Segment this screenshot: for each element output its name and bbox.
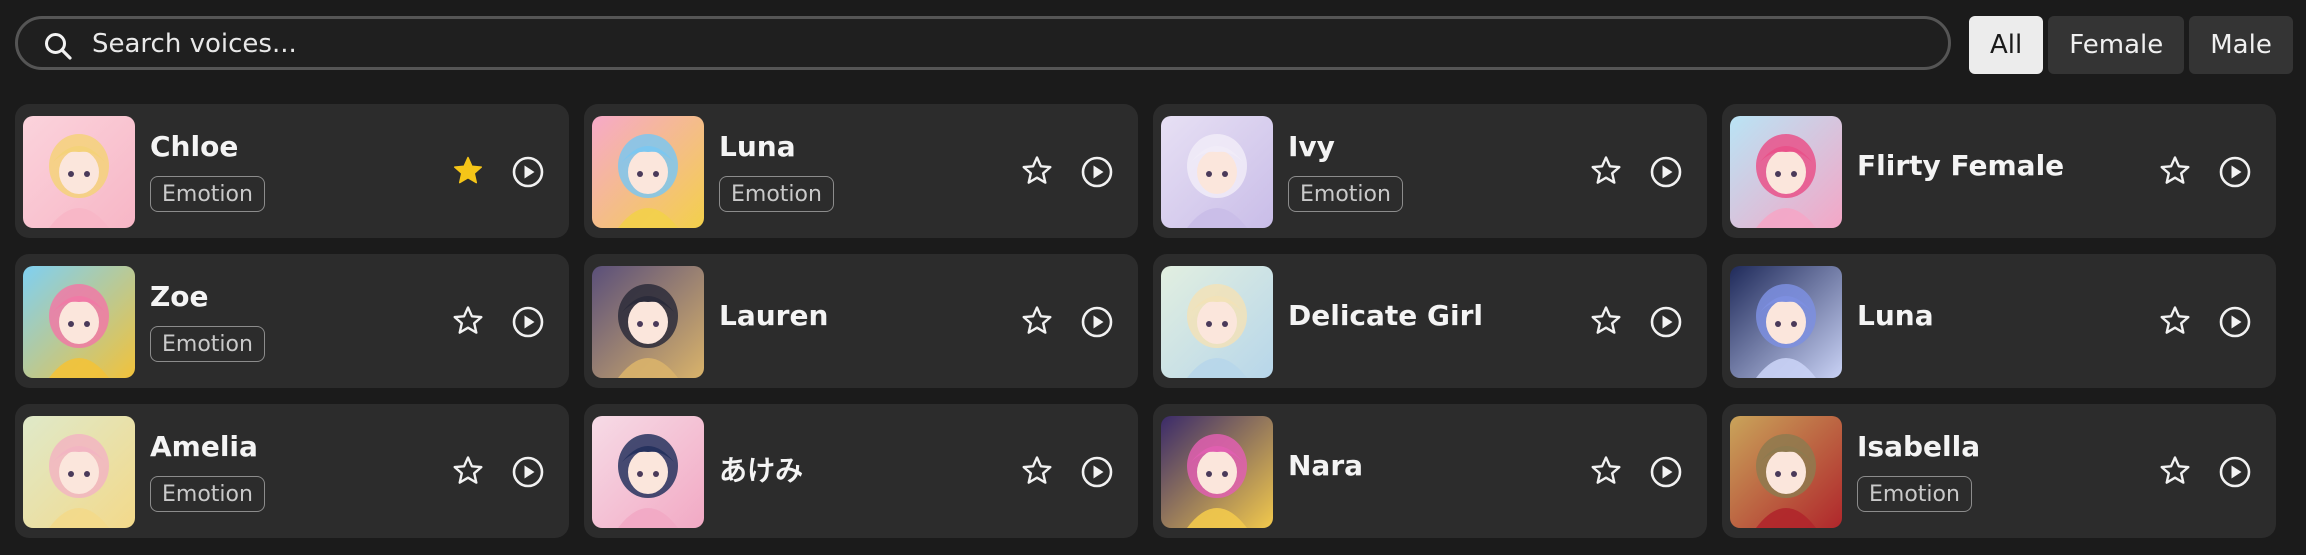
voice-card[interactable]: Isabella Emotion (1722, 404, 2276, 538)
play-icon[interactable] (1080, 155, 1114, 189)
voice-avatar (1730, 416, 1842, 528)
star-icon[interactable] (1020, 304, 1054, 338)
play-icon[interactable] (1649, 455, 1683, 489)
voice-name: Flirty Female (1857, 149, 2065, 182)
play-icon[interactable] (1080, 305, 1114, 339)
voice-avatar (592, 266, 704, 378)
star-icon[interactable] (2158, 454, 2192, 488)
voice-name: Amelia (150, 430, 258, 463)
voice-avatar (1730, 266, 1842, 378)
filter-all[interactable]: All (1969, 16, 2044, 74)
voice-name: Nara (1288, 449, 1364, 482)
voice-tag: Emotion (150, 326, 265, 362)
voice-name: Zoe (150, 280, 209, 313)
star-icon[interactable] (1020, 154, 1054, 188)
play-icon[interactable] (511, 155, 545, 189)
play-icon[interactable] (1080, 455, 1114, 489)
voice-tag: Emotion (719, 176, 834, 212)
voice-card[interactable]: Amelia Emotion (15, 404, 569, 538)
voice-tag: Emotion (150, 176, 265, 212)
filter-female[interactable]: Female (2048, 16, 2185, 74)
star-icon[interactable] (2158, 304, 2192, 338)
voice-name: Luna (1857, 299, 1934, 332)
voice-tag: Emotion (1857, 476, 1972, 512)
star-icon[interactable] (451, 454, 485, 488)
voice-card[interactable]: Delicate Girl (1153, 254, 1707, 388)
search-icon (43, 31, 73, 61)
voice-tag: Emotion (1288, 176, 1403, 212)
voice-tag: Emotion (150, 476, 265, 512)
star-icon[interactable] (2158, 154, 2192, 188)
star-icon[interactable] (451, 304, 485, 338)
voice-card[interactable]: Ivy Emotion (1153, 104, 1707, 238)
voice-avatar (592, 116, 704, 228)
play-icon[interactable] (1649, 305, 1683, 339)
voice-card[interactable]: Zoe Emotion (15, 254, 569, 388)
voice-avatar (1730, 116, 1842, 228)
voice-avatar (592, 416, 704, 528)
voice-name: Lauren (719, 299, 829, 332)
voice-avatar (1161, 416, 1273, 528)
play-icon[interactable] (511, 455, 545, 489)
voice-avatar (23, 416, 135, 528)
voice-avatar (23, 116, 135, 228)
play-icon[interactable] (2218, 155, 2252, 189)
gender-filter: All Female Male (1969, 16, 2293, 74)
star-icon[interactable] (1589, 154, 1623, 188)
top-bar: AllFemaleMale (15, 14, 2293, 74)
voice-card[interactable]: Chloe Emotion (15, 104, 569, 238)
voice-name: Ivy (1288, 130, 1335, 163)
search-input[interactable] (90, 25, 1914, 63)
voice-card[interactable]: Luna (1722, 254, 2276, 388)
star-icon[interactable] (1589, 454, 1623, 488)
star-filled-icon[interactable] (451, 154, 485, 188)
voice-name: Delicate Girl (1288, 299, 1484, 332)
search-box[interactable] (15, 16, 1951, 70)
voice-card[interactable]: Flirty Female (1722, 104, 2276, 238)
star-icon[interactable] (1589, 304, 1623, 338)
voice-name: あけみ (719, 454, 804, 487)
voice-card[interactable]: Nara (1153, 404, 1707, 538)
voice-name: Luna (719, 130, 796, 163)
voice-name: Chloe (150, 130, 239, 163)
voice-avatar (23, 266, 135, 378)
play-icon[interactable] (511, 305, 545, 339)
voice-name: Isabella (1857, 430, 1981, 463)
play-icon[interactable] (1649, 155, 1683, 189)
play-icon[interactable] (2218, 455, 2252, 489)
star-icon[interactable] (1020, 454, 1054, 488)
filter-male[interactable]: Male (2189, 16, 2293, 74)
voice-avatar (1161, 116, 1273, 228)
play-icon[interactable] (2218, 305, 2252, 339)
voice-grid: Chloe Emotion Luna Emotion Ivy Emotion Flirty … (15, 104, 2276, 538)
voice-avatar (1161, 266, 1273, 378)
voice-card[interactable]: あけみ (584, 404, 1138, 538)
voice-card[interactable]: Lauren (584, 254, 1138, 388)
voice-card[interactable]: Luna Emotion (584, 104, 1138, 238)
